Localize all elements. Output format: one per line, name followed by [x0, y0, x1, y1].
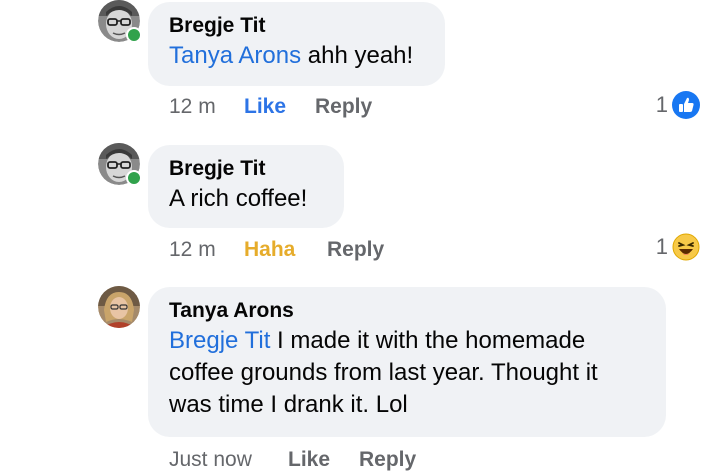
comment-text: A rich coffee! — [169, 185, 308, 212]
reaction-summary[interactable]: 1 — [656, 91, 700, 119]
reply-button[interactable]: Reply — [315, 94, 372, 120]
comment-author[interactable]: Bregje Tit — [169, 12, 424, 40]
avatar-bregje[interactable] — [98, 0, 142, 43]
comment-text: Bregje Tit I made it with the homemade c… — [169, 327, 598, 418]
haha-button[interactable]: Haha — [244, 237, 327, 263]
comment-text: Tanya Arons ahh yeah! — [169, 42, 414, 69]
reply-button[interactable]: Reply — [327, 237, 384, 263]
like-button[interactable]: Like — [244, 94, 315, 120]
reply-button[interactable]: Reply — [359, 447, 416, 473]
reaction-count: 1 — [655, 234, 668, 259]
comment-actions: Just now Like Reply — [169, 447, 416, 473]
avatar-tanya[interactable] — [98, 286, 140, 328]
haha-icon — [672, 233, 700, 261]
comment-actions: 12 m Haha Reply — [169, 237, 384, 263]
online-status-dot — [126, 170, 142, 186]
comment-timestamp[interactable]: 12 m — [169, 94, 244, 120]
online-status-dot — [126, 27, 142, 43]
reaction-count: 1 — [655, 92, 668, 117]
mention-link[interactable]: Tanya Arons — [169, 42, 301, 69]
comment-timestamp[interactable]: 12 m — [169, 237, 244, 263]
avatar-image — [98, 286, 140, 328]
comment-actions: 12 m Like Reply — [169, 94, 372, 120]
mention-link[interactable]: Bregje Tit — [169, 327, 270, 354]
comment-bubble[interactable]: Bregje Tit A rich coffee! — [148, 145, 344, 228]
comment-bubble[interactable]: Bregje Tit Tanya Arons ahh yeah! — [148, 2, 445, 86]
comment-author[interactable]: Bregje Tit — [169, 155, 323, 183]
reaction-summary[interactable]: 1 — [656, 233, 700, 261]
avatar-bregje[interactable] — [98, 143, 142, 186]
comment-timestamp[interactable]: Just now — [169, 447, 288, 473]
like-button[interactable]: Like — [288, 447, 359, 473]
comment-bubble[interactable]: Tanya Arons Bregje Tit I made it with th… — [148, 287, 666, 437]
like-icon — [672, 91, 700, 119]
comment-author[interactable]: Tanya Arons — [169, 297, 645, 325]
